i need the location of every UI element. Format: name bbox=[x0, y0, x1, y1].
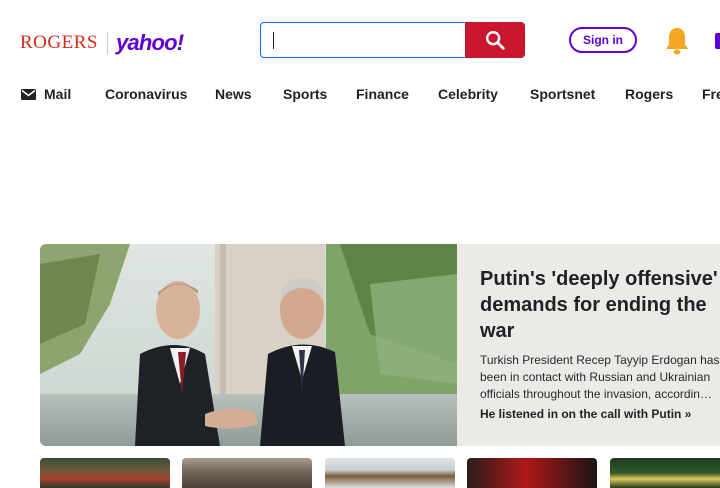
search-field[interactable] bbox=[261, 23, 465, 57]
yahoo-wordmark: yahoo! bbox=[115, 30, 184, 55]
hero-story[interactable]: Putin's 'deeply offensive' demands for e… bbox=[40, 244, 720, 446]
nav-item-sports[interactable]: Sports bbox=[283, 86, 327, 102]
hero-related-link[interactable]: He listened in on the call with Putin » bbox=[480, 407, 720, 421]
nav-item-rogers[interactable]: Rogers bbox=[625, 86, 673, 102]
thumbnail-strip bbox=[40, 458, 720, 488]
thumbnail-5[interactable] bbox=[610, 458, 720, 488]
hero-image bbox=[40, 244, 457, 446]
mail-icon[interactable] bbox=[715, 33, 720, 49]
hero-summary: Turkish President Recep Tayyip Erdogan h… bbox=[480, 353, 720, 401]
sign-in-button[interactable]: Sign in bbox=[569, 27, 637, 53]
hero-headline[interactable]: Putin's 'deeply offensive' demands for e… bbox=[480, 266, 720, 344]
thumbnail-3[interactable] bbox=[325, 458, 455, 488]
main-nav: Mail Coronavirus News Sports Finance Cel… bbox=[0, 80, 720, 110]
envelope-icon bbox=[21, 89, 36, 100]
nav-item-news[interactable]: News bbox=[215, 86, 252, 102]
search-input[interactable] bbox=[260, 22, 466, 58]
nav-item-more[interactable]: Fre bbox=[702, 86, 720, 102]
rogers-yahoo-logo[interactable]: ROGERS yahoo! bbox=[20, 28, 184, 58]
header: ROGERS yahoo! Sign in bbox=[0, 0, 720, 80]
nav-item-finance[interactable]: Finance bbox=[356, 86, 409, 102]
thumbnail-2[interactable] bbox=[182, 458, 312, 488]
thumbnail-4[interactable] bbox=[467, 458, 597, 488]
rogers-wordmark: ROGERS bbox=[20, 32, 98, 53]
search-button[interactable] bbox=[465, 22, 525, 58]
search-icon bbox=[486, 31, 505, 50]
nav-item-coronavirus[interactable]: Coronavirus bbox=[105, 86, 187, 102]
nav-item-sportsnet[interactable]: Sportsnet bbox=[530, 86, 595, 102]
nav-item-celebrity[interactable]: Celebrity bbox=[438, 86, 498, 102]
thumbnail-1[interactable] bbox=[40, 458, 170, 488]
hero-text: Putin's 'deeply offensive' demands for e… bbox=[480, 266, 720, 421]
text-caret bbox=[273, 32, 274, 49]
nav-item-mail[interactable]: Mail bbox=[44, 86, 71, 102]
bell-icon[interactable] bbox=[663, 26, 691, 61]
logo-divider bbox=[106, 32, 108, 54]
